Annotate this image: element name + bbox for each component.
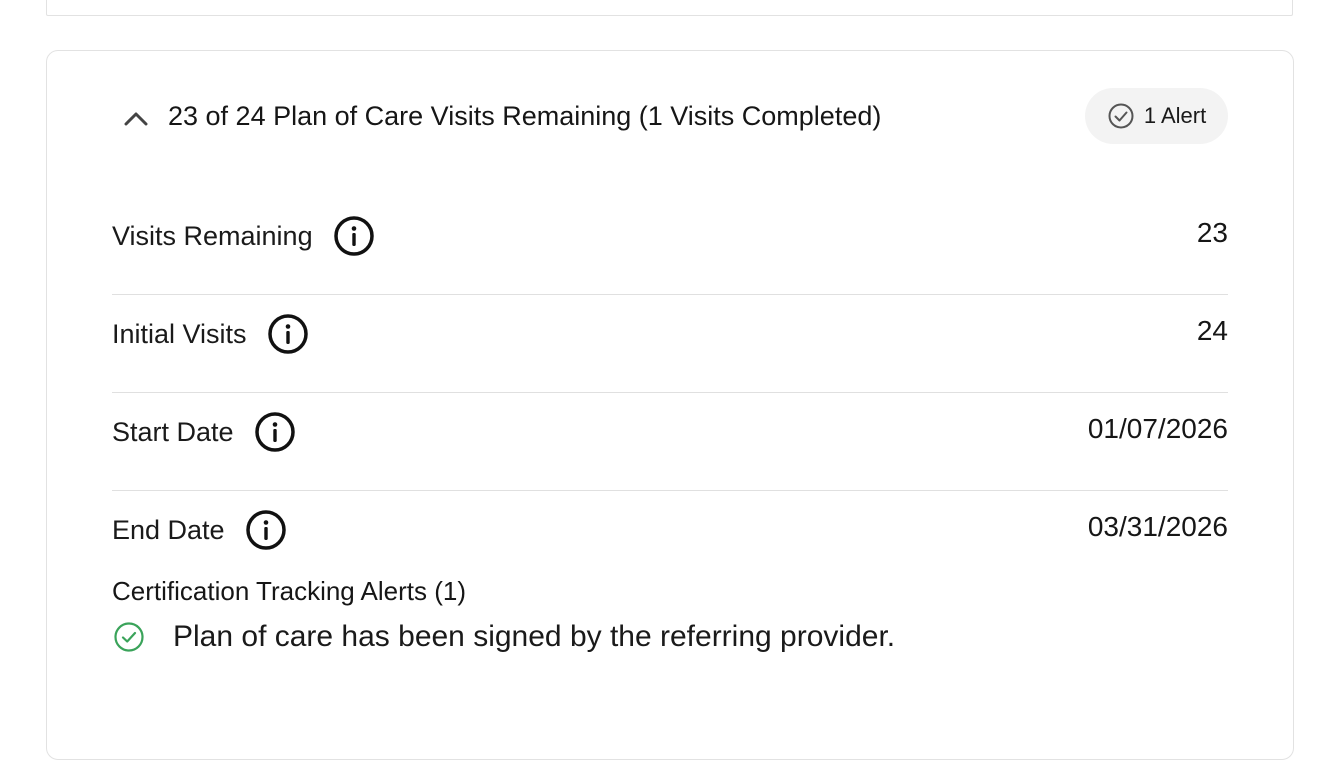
previous-card: [46, 0, 1293, 16]
detail-row-start-date: Start Date 01/07/2026: [112, 393, 1228, 491]
certification-alerts-section: Certification Tracking Alerts (1) Plan o…: [112, 574, 1228, 656]
row-value: 24: [1196, 315, 1228, 346]
row-label: Initial Visits: [112, 318, 247, 349]
check-circle-icon: [114, 622, 144, 652]
card-title: 23 of 24 Plan of Care Visits Remaining (…: [168, 101, 882, 131]
collapse-toggle-button[interactable]: [121, 103, 151, 133]
row-label: End Date: [112, 514, 225, 545]
chevron-up-icon: [124, 112, 148, 126]
detail-row-initial-visits: Initial Visits 24: [112, 295, 1228, 393]
row-value: 23: [1196, 217, 1228, 248]
info-icon[interactable]: [333, 215, 375, 257]
row-label: Start Date: [112, 416, 234, 447]
alert-count-chip[interactable]: 1 Alert: [1085, 88, 1228, 144]
alert-chip-label: 1 Alert: [1143, 103, 1207, 128]
plan-details-list: Visits Remaining 23 Initial Visits 24 St…: [112, 197, 1228, 589]
detail-row-visits-remaining: Visits Remaining 23: [112, 197, 1228, 295]
card-header[interactable]: 23 of 24 Plan of Care Visits Remaining (…: [47, 51, 1293, 183]
info-icon[interactable]: [254, 411, 296, 453]
alert-item-text: Plan of care has been signed by the refe…: [173, 620, 896, 653]
plan-of-care-card: 23 of 24 Plan of Care Visits Remaining (…: [46, 50, 1294, 760]
row-value: 01/07/2026: [1087, 413, 1228, 444]
alert-list-item: Plan of care has been signed by the refe…: [112, 618, 1228, 656]
info-icon[interactable]: [267, 313, 309, 355]
row-value: 03/31/2026: [1087, 511, 1228, 542]
info-icon[interactable]: [245, 509, 287, 551]
check-circle-icon: [1108, 103, 1134, 129]
alerts-section-title: Certification Tracking Alerts (1): [112, 576, 467, 606]
row-label: Visits Remaining: [112, 220, 313, 251]
